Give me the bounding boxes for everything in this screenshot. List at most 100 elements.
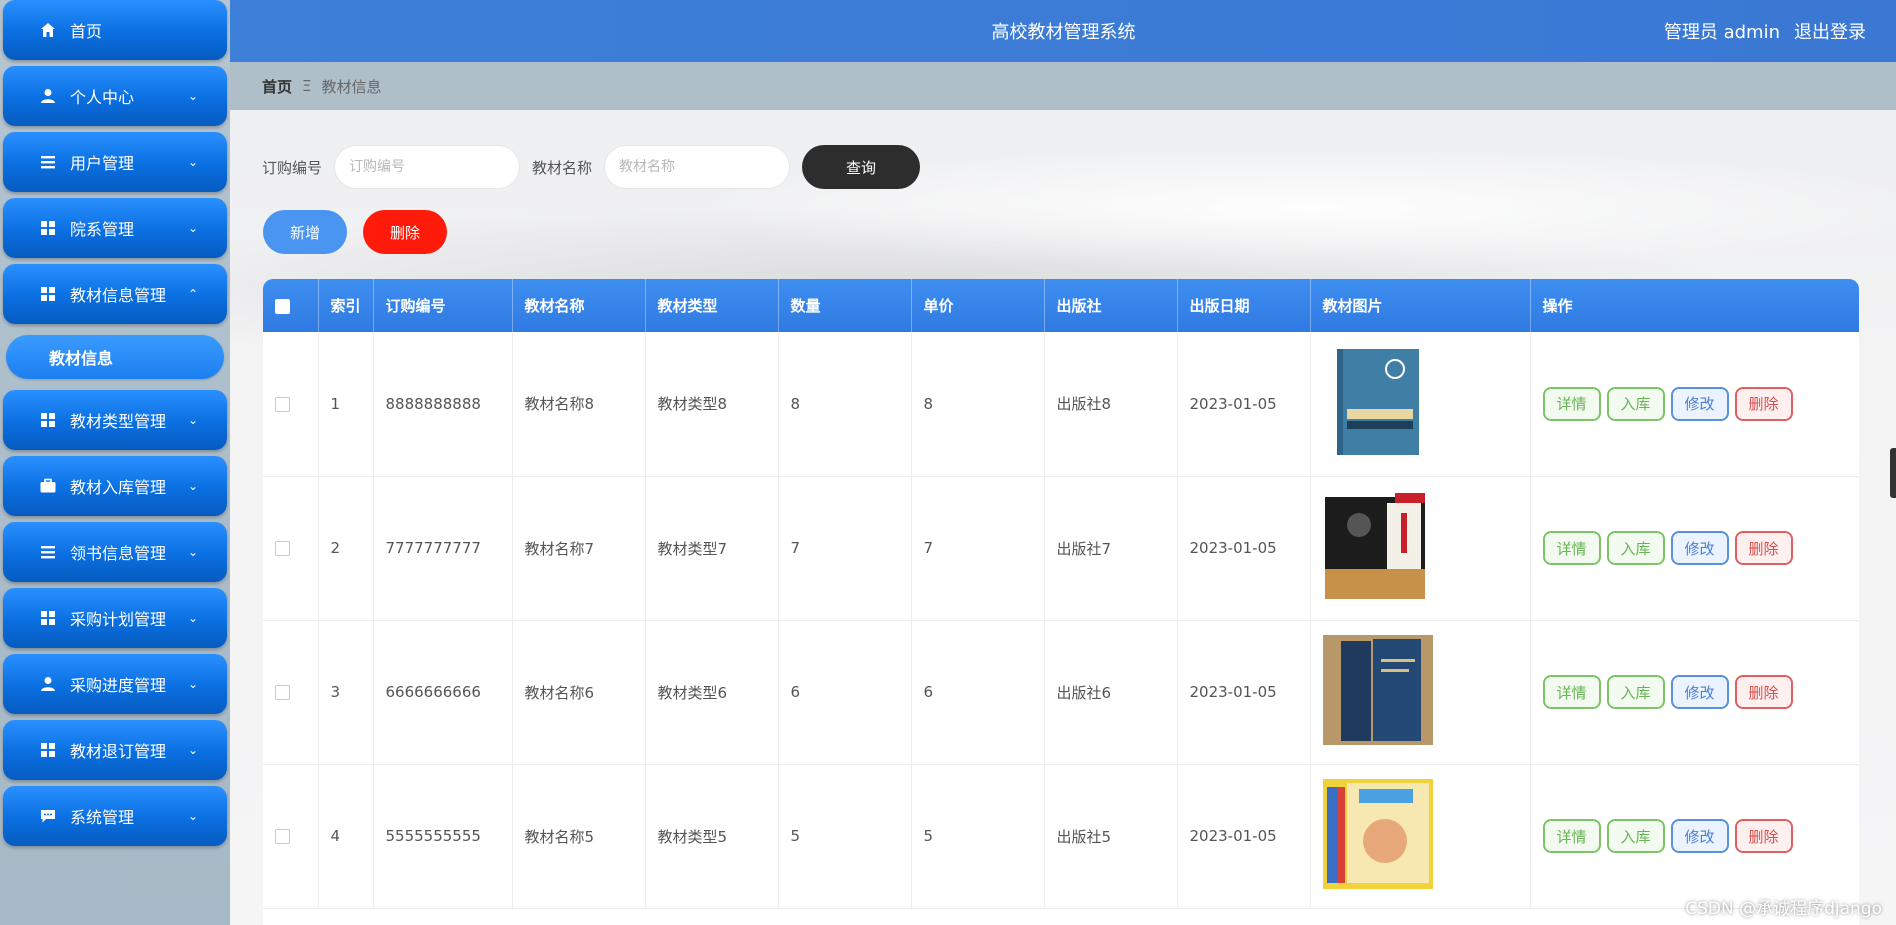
- chevron-down-icon: ⌄: [187, 611, 199, 625]
- edit-button[interactable]: 修改: [1670, 675, 1729, 709]
- chevron-down-icon: ⌄: [187, 89, 199, 103]
- detail-button[interactable]: 详情: [1542, 531, 1601, 565]
- stock-in-button[interactable]: 入库: [1606, 386, 1665, 421]
- sidebar-item-label: 用户管理: [70, 154, 135, 173]
- sidebar-item-purchase-progress[interactable]: 采购进度管理 ⌄: [3, 654, 227, 714]
- delete-button[interactable]: 删除: [1734, 819, 1793, 853]
- cell-type: 教材类型6: [645, 620, 779, 765]
- sidebar-item-purchase-plan[interactable]: 采购计划管理 ⌄: [3, 588, 227, 648]
- breadcrumb-home[interactable]: 首页: [262, 76, 292, 97]
- cell-index: 3: [318, 620, 374, 765]
- add-button[interactable]: 新增: [263, 210, 347, 254]
- detail-button[interactable]: 详情: [1542, 819, 1601, 853]
- top-bar: 高校教材管理系统 管理员 admin 退出登录: [230, 0, 1896, 62]
- logout-link[interactable]: 退出登录: [1794, 18, 1866, 44]
- breadcrumb-separator-icon: Ξ: [302, 77, 312, 95]
- sidebar-item-textbook-info[interactable]: 教材信息管理 ⌃: [3, 264, 227, 324]
- sidebar-item-label: 采购计划管理: [70, 610, 167, 629]
- sidebar-item-label: 领书信息管理: [70, 544, 167, 563]
- main-content: 订购编号 教材名称 查询 新增 删除 索引 订购编号 教材名称 教材类型 数量 …: [230, 110, 1896, 925]
- cell-publisher: 出版社6: [1044, 620, 1178, 765]
- table-header-row: 索引 订购编号 教材名称 教材类型 数量 单价 出版社 出版日期 教材图片 操作: [263, 279, 1859, 332]
- sidebar-item-stock-in[interactable]: 教材入库管理 ⌄: [3, 456, 227, 516]
- watermark: CSDN @承诚程序django: [1685, 899, 1882, 919]
- edit-button[interactable]: 修改: [1670, 531, 1729, 565]
- cell-publisher: 出版社8: [1044, 332, 1178, 477]
- row-checkbox[interactable]: [275, 396, 290, 412]
- cell-index: 4: [318, 764, 374, 909]
- sidebar: 首页 个人中心 ⌄ 用户管理 ⌄ 院系管理 ⌄ 教材信息管理 ⌃ 教材信息 教材…: [0, 0, 230, 925]
- app-title: 高校教材管理系统: [991, 22, 1136, 43]
- chevron-down-icon: ⌄: [187, 413, 199, 427]
- cell-type: 教材类型8: [645, 332, 779, 477]
- sidebar-item-label: 采购进度管理: [70, 676, 167, 695]
- column-header: 订购编号: [373, 279, 513, 332]
- delete-button[interactable]: 删除: [1734, 675, 1793, 709]
- row-checkbox[interactable]: [275, 541, 290, 556]
- grid-icon: [38, 608, 58, 628]
- detail-button[interactable]: 详情: [1542, 675, 1601, 709]
- sidebar-item-label: 系统管理: [70, 808, 135, 827]
- textbook-name-label: 教材名称: [532, 158, 593, 177]
- cell-index: 1: [318, 332, 374, 477]
- cell-name: 教材名称7: [512, 476, 646, 621]
- batch-delete-button[interactable]: 删除: [363, 210, 447, 254]
- chevron-down-icon: ⌄: [187, 743, 199, 757]
- edit-button[interactable]: 修改: [1670, 386, 1729, 421]
- sidebar-item-label: 个人中心: [70, 88, 135, 107]
- grid-icon: [38, 218, 58, 238]
- cell-index: 2: [318, 476, 374, 621]
- row-checkbox[interactable]: [275, 829, 290, 844]
- sidebar-item-system[interactable]: 系统管理 ⌄: [3, 786, 227, 846]
- detail-button[interactable]: 详情: [1542, 386, 1601, 421]
- chevron-down-icon: ⌄: [187, 677, 199, 691]
- column-header: 出版日期: [1177, 279, 1311, 332]
- sidebar-item-departments[interactable]: 院系管理 ⌄: [3, 198, 227, 258]
- cell-date: 2023-01-05: [1177, 620, 1311, 765]
- stock-in-button[interactable]: 入库: [1606, 819, 1665, 853]
- cell-name: 教材名称5: [512, 764, 646, 909]
- sidebar-item-book-collection[interactable]: 领书信息管理 ⌄: [3, 522, 227, 582]
- table-row: 4 5555555555 教材名称5 教材类型5 5 5 出版社5 2023-0…: [263, 764, 1859, 909]
- cell-order-no: 7777777777: [373, 476, 513, 621]
- textbook-name-input[interactable]: [604, 145, 791, 189]
- sidebar-item-textbook-type[interactable]: 教材类型管理 ⌄: [3, 390, 227, 450]
- sidebar-item-users[interactable]: 用户管理 ⌄: [3, 132, 227, 192]
- sidebar-item-label: 首页: [70, 22, 103, 41]
- cell-type: 教材类型5: [645, 764, 779, 909]
- textbook-image: [1324, 493, 1425, 599]
- column-header: 教材类型: [645, 279, 779, 332]
- chat-icon: [38, 806, 58, 826]
- sidebar-item-home[interactable]: 首页: [3, 0, 227, 60]
- delete-button[interactable]: 删除: [1734, 531, 1793, 565]
- chevron-down-icon: ⌄: [187, 479, 199, 493]
- column-header: 单价: [911, 279, 1045, 332]
- grid-icon: [38, 740, 58, 760]
- briefcase-icon: [38, 476, 58, 496]
- table-row: 2 7777777777 教材名称7 教材类型7 7 7 出版社7 2023-0…: [263, 476, 1859, 621]
- home-icon: [38, 20, 58, 40]
- row-checkbox[interactable]: [275, 685, 290, 700]
- stock-in-button[interactable]: 入库: [1606, 675, 1665, 709]
- person-icon: [38, 674, 58, 694]
- select-all-checkbox[interactable]: [275, 298, 290, 314]
- table-row: 3 6666666666 教材名称6 教材类型6 6 6 出版社6 2023-0…: [263, 620, 1859, 765]
- scrollbar[interactable]: [1890, 448, 1896, 498]
- sidebar-item-profile[interactable]: 个人中心 ⌄: [3, 66, 227, 126]
- sidebar-item-unsubscribe[interactable]: 教材退订管理 ⌄: [3, 720, 227, 780]
- breadcrumb: 首页 Ξ 教材信息: [230, 62, 1896, 110]
- chevron-down-icon: ⌄: [187, 809, 199, 823]
- row-actions: 详情 入库 修改 删除: [1542, 675, 1859, 709]
- stock-in-button[interactable]: 入库: [1606, 531, 1665, 565]
- cell-type: 教材类型7: [645, 476, 779, 621]
- cell-publisher: 出版社7: [1044, 476, 1178, 621]
- order-no-label: 订购编号: [262, 158, 323, 177]
- order-no-input[interactable]: [334, 145, 521, 189]
- query-button[interactable]: 查询: [802, 145, 921, 189]
- textbook-image: [1322, 635, 1433, 745]
- delete-button[interactable]: 删除: [1734, 386, 1793, 421]
- cell-price: 8: [911, 332, 1045, 477]
- edit-button[interactable]: 修改: [1670, 819, 1729, 853]
- sidebar-item-label: 教材退订管理: [70, 742, 167, 761]
- sidebar-subitem-textbook-info[interactable]: 教材信息: [6, 335, 224, 379]
